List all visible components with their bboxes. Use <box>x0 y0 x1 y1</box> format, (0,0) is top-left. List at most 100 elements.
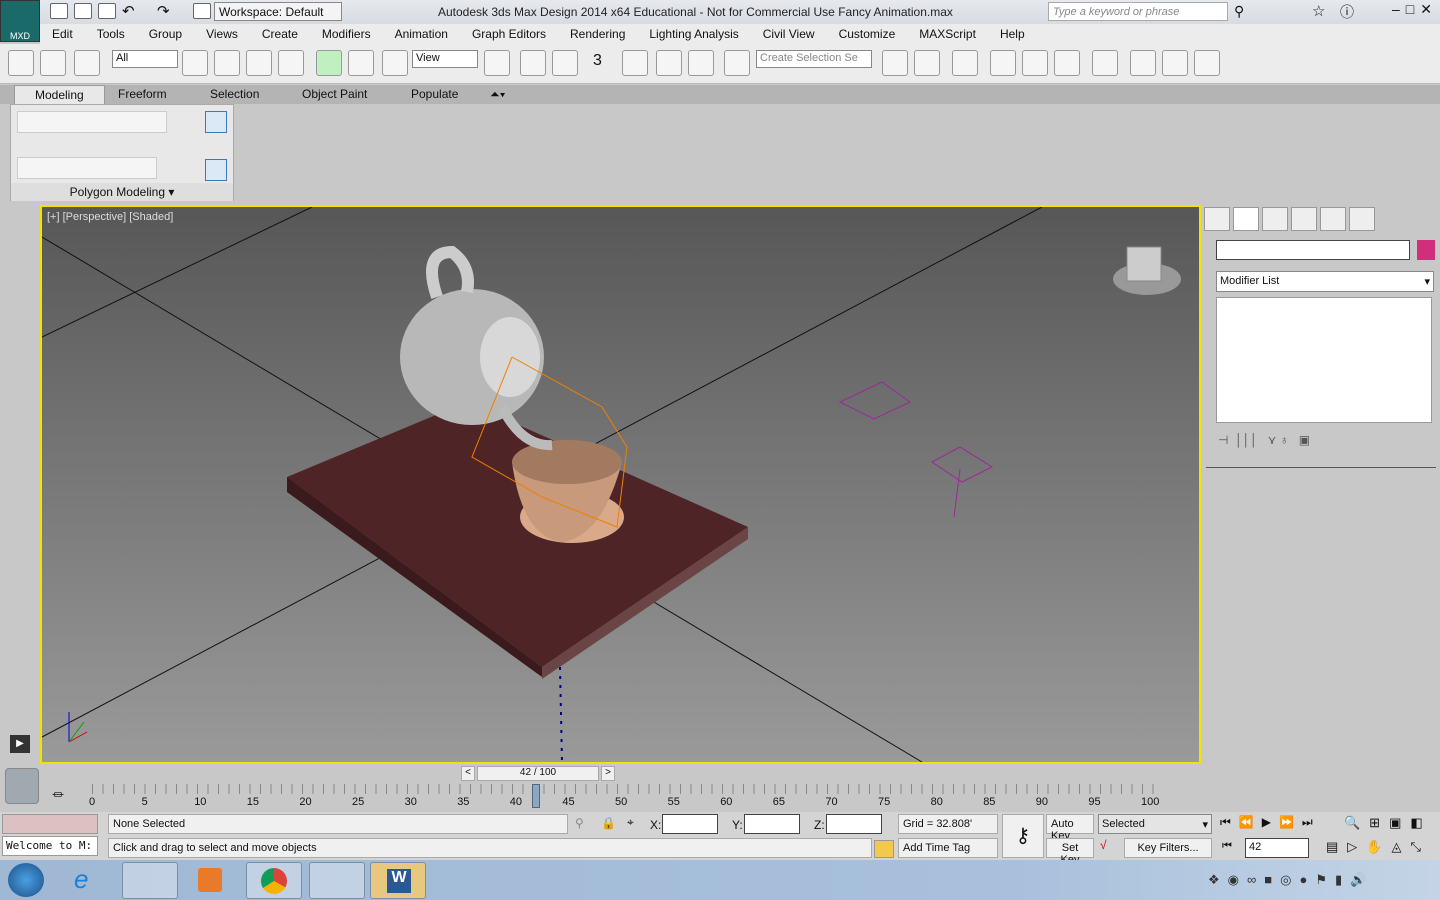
material-editor-icon[interactable] <box>1092 50 1118 76</box>
system-tray-icons[interactable]: ❖◉∞■◎●⚑▮🔊 <box>1208 872 1374 888</box>
polygon-tools-icons[interactable] <box>17 157 157 179</box>
edit-named-selection-icon[interactable] <box>724 50 750 76</box>
spinner-snap-icon[interactable] <box>688 50 714 76</box>
project-folder-icon[interactable] <box>193 3 211 19</box>
tab-selection[interactable]: Selection <box>210 87 259 101</box>
rendered-frame-window-icon[interactable] <box>1162 50 1188 76</box>
named-selection-set-dropdown[interactable]: Create Selection Se <box>756 50 872 68</box>
add-time-tag[interactable]: Add Time Tag <box>898 838 998 858</box>
playback-controls[interactable]: ⏮⏪▶⏩⏭ <box>1220 815 1321 830</box>
viewport-nav-controls[interactable]: 🔍⊞▣◧ <box>1344 815 1432 831</box>
select-and-rotate-icon[interactable] <box>348 50 374 76</box>
window-controls[interactable]: –□✕ <box>1392 1 1438 18</box>
tab-modeling[interactable]: Modeling <box>14 85 105 104</box>
select-by-name-icon[interactable] <box>214 50 240 76</box>
modifier-stack[interactable] <box>1216 297 1432 423</box>
mini-listener-icon[interactable] <box>5 768 39 804</box>
menu-group[interactable]: Group <box>137 24 194 44</box>
angle-snap-icon[interactable] <box>622 50 648 76</box>
unlink-icon[interactable] <box>40 50 66 76</box>
menu-animation[interactable]: Animation <box>383 24 460 44</box>
modifier-list-dropdown[interactable]: Modifier List ▾ <box>1216 271 1434 292</box>
tab-populate[interactable]: Populate <box>411 87 458 101</box>
menu-edit[interactable]: Edit <box>40 24 85 44</box>
align-icon[interactable] <box>914 50 940 76</box>
keyboard-shortcut-override-icon[interactable] <box>552 50 578 76</box>
layer-manager-icon[interactable] <box>952 50 978 76</box>
next-frame-button[interactable]: > <box>601 766 615 781</box>
menu-civil-view[interactable]: Civil View <box>751 24 827 44</box>
app-logo[interactable]: MXD <box>0 0 40 42</box>
set-key-button[interactable]: Set Key <box>1046 838 1094 866</box>
create-tab-icon[interactable] <box>1204 207 1230 231</box>
menu-help[interactable]: Help <box>988 24 1037 44</box>
mirror-icon[interactable] <box>882 50 908 76</box>
menu-rendering[interactable]: Rendering <box>558 24 637 44</box>
display-tab-icon[interactable] <box>1320 207 1346 231</box>
absolute-mode-icon[interactable]: ⌖ <box>627 815 634 830</box>
current-frame-input[interactable]: 42 <box>1245 838 1309 858</box>
motion-tab-icon[interactable] <box>1291 207 1317 231</box>
media-player-icon[interactable] <box>198 868 222 892</box>
subobject-level-icons[interactable] <box>17 111 167 133</box>
menu-views[interactable]: Views <box>194 24 250 44</box>
menu-graph-editors[interactable]: Graph Editors <box>460 24 558 44</box>
key-tangent-icon[interactable]: √ <box>1100 838 1107 852</box>
set-key-icon[interactable]: ⚷ <box>1002 814 1044 858</box>
rectangular-selection-icon[interactable] <box>246 50 272 76</box>
redo-icon[interactable]: ↷ <box>157 2 170 20</box>
workspace-dropdown[interactable]: Workspace: Default <box>214 2 342 21</box>
search-input[interactable]: Type a keyword or phrase <box>1048 2 1228 21</box>
show-end-result-icon[interactable] <box>205 159 227 181</box>
menu-lighting-analysis[interactable]: Lighting Analysis <box>637 24 750 44</box>
select-object-icon[interactable] <box>182 50 208 76</box>
snaps-toggle-icon[interactable]: 3 <box>593 52 602 70</box>
modify-mode-icon[interactable] <box>205 111 227 133</box>
binoculars-icon[interactable]: ⚲ <box>1234 3 1244 20</box>
key-filters-button[interactable]: Key Filters... <box>1124 838 1212 858</box>
viewcube[interactable] <box>1126 246 1162 282</box>
maxscript-input[interactable]: Welcome to M: <box>2 836 98 856</box>
menu-customize[interactable]: Customize <box>827 24 908 44</box>
perspective-viewport[interactable]: [+] [Perspective] [Shaded] <box>40 205 1201 764</box>
ribbon-minimize-icon[interactable]: ⏶▾ <box>490 87 505 102</box>
help-icon[interactable]: ⓘ <box>1340 2 1354 22</box>
curve-editor-icon[interactable] <box>1022 50 1048 76</box>
time-tag-icon[interactable] <box>874 840 894 858</box>
percent-snap-icon[interactable] <box>656 50 682 76</box>
key-mode-toggle-icon[interactable]: ⏮ <box>1222 840 1232 853</box>
bind-space-warp-icon[interactable] <box>74 50 100 76</box>
manipulate-icon[interactable] <box>520 50 546 76</box>
word-task[interactable]: W <box>370 862 426 899</box>
pivot-center-icon[interactable] <box>484 50 510 76</box>
viewport-label[interactable]: [+] [Perspective] [Shaded] <box>47 211 173 223</box>
file-explorer-task[interactable] <box>122 862 178 899</box>
key-mode-dropdown[interactable]: Selected ▾ <box>1098 814 1212 834</box>
start-button[interactable] <box>8 863 44 897</box>
undo-icon[interactable]: ↶ <box>122 2 135 20</box>
modify-tab-icon[interactable] <box>1233 207 1259 231</box>
window-task[interactable] <box>309 862 365 899</box>
select-and-scale-icon[interactable] <box>382 50 408 76</box>
isolate-icon[interactable]: ⚲ <box>575 816 584 830</box>
tab-object-paint[interactable]: Object Paint <box>302 87 367 101</box>
menu-create[interactable]: Create <box>250 24 310 44</box>
window-crossing-icon[interactable] <box>278 50 304 76</box>
utilities-tab-icon[interactable] <box>1349 207 1375 231</box>
time-slider[interactable]: 42 / 100 <box>477 766 599 781</box>
object-color-swatch[interactable] <box>1417 240 1435 260</box>
play-expand-icon[interactable]: ▶ <box>10 735 30 753</box>
menu-maxscript[interactable]: MAXScript <box>907 24 988 44</box>
link-icon[interactable] <box>8 50 34 76</box>
open-icon[interactable] <box>74 3 92 19</box>
maxscript-listener-mini[interactable] <box>2 814 98 834</box>
polygon-modeling-panel-label[interactable]: Polygon Modeling ▾ <box>11 183 233 201</box>
hierarchy-tab-icon[interactable] <box>1262 207 1288 231</box>
internet-explorer-icon[interactable]: e <box>74 864 88 895</box>
selection-filter-dropdown[interactable]: All <box>112 50 178 68</box>
time-slider-thumb[interactable] <box>531 784 540 808</box>
graphite-toggle-icon[interactable] <box>990 50 1016 76</box>
x-coordinate-input[interactable] <box>662 814 718 834</box>
curve-editor-mini-icon[interactable]: ⏛ <box>52 786 70 804</box>
viewport-nav-controls-2[interactable]: ▤▷✋◬⤡ <box>1326 839 1430 855</box>
